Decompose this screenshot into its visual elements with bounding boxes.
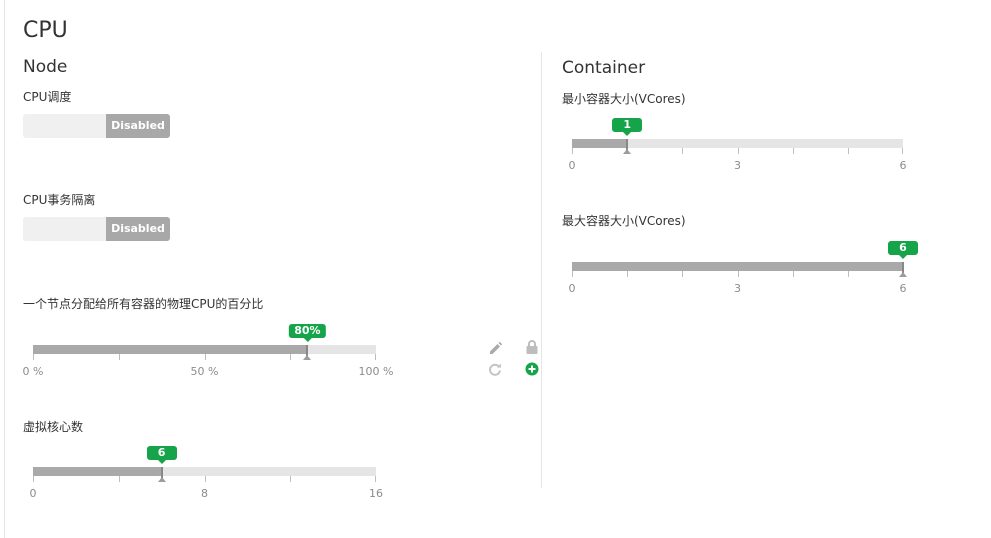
lock-icon[interactable] [524, 339, 540, 355]
slider-tick [737, 148, 739, 154]
slider-tick [375, 476, 376, 482]
refresh-icon[interactable] [487, 361, 503, 377]
cpu-isolation-label: CPU事务隔离 [23, 193, 96, 207]
vcores-slider[interactable]: 0 8 16 6 [30, 446, 383, 500]
max-container-slider[interactable]: 0 3 6 6 [569, 241, 918, 295]
slider-tick [572, 271, 573, 277]
min-container-label: 最小容器大小(VCores) [562, 92, 686, 106]
cpu-isolation-state: Disabled [106, 217, 170, 241]
page-title: CPU [23, 18, 68, 43]
slider-fill [33, 467, 162, 476]
slider-tick-label: 8 [201, 487, 208, 500]
slider-tick-label: 0 [29, 487, 37, 500]
cpu-percent-label: 一个节点分配给所有容器的物理CPU的百分比 [23, 297, 264, 311]
slider-tick [33, 354, 34, 360]
column-divider [541, 52, 542, 488]
slider-tick [375, 354, 376, 360]
slider-tick [737, 271, 739, 277]
container-heading: Container [562, 58, 646, 78]
cpu-isolation-toggle[interactable]: Disabled [23, 217, 170, 241]
plus-circle-icon[interactable] [524, 361, 540, 377]
slider-tick-label: 100 % [358, 365, 394, 378]
slider-caret [623, 149, 632, 154]
slider-fill [33, 345, 308, 354]
cpu-scheduling-state: Disabled [106, 114, 170, 138]
slider-fill [572, 262, 903, 271]
slider-tick-label: 3 [734, 282, 741, 295]
slider-tick-label: 0 [568, 159, 576, 172]
slider-tick [847, 148, 849, 154]
slider-tick-label: 6 [899, 159, 907, 172]
cpu-scheduling-toggle[interactable]: Disabled [23, 114, 170, 138]
slider-tick-label: 16 [369, 487, 383, 500]
slider-tick [204, 476, 206, 482]
slider-value-badge: 1 [612, 118, 643, 136]
slider-caret [157, 477, 166, 482]
slider-tick [290, 476, 292, 482]
max-container-label: 最大容器大小(VCores) [562, 214, 686, 228]
slider-tick [290, 354, 292, 360]
node-heading: Node [23, 57, 68, 77]
slider-tick [682, 148, 684, 154]
slider-tick [682, 271, 684, 277]
slider-tick [118, 476, 120, 482]
slider-tick [627, 271, 629, 277]
slider-value-badge: 6 [146, 446, 177, 464]
slider-caret [303, 355, 312, 360]
slider-tick [118, 354, 120, 360]
slider-tick [572, 148, 573, 154]
slider-tick [902, 148, 903, 154]
slider-caret [899, 272, 907, 277]
slider-tick [792, 271, 794, 277]
vcores-label: 虚拟核心数 [23, 420, 84, 434]
cpu-scheduling-label: CPU调度 [23, 90, 72, 104]
min-container-slider[interactable]: 0 3 6 1 [569, 118, 907, 172]
slider-tick-label: 3 [734, 159, 741, 172]
slider-tick [792, 148, 794, 154]
slider-tick-label: 50 % [190, 365, 219, 378]
slider-tick-label: 0 [568, 282, 576, 295]
slider-tick [847, 271, 849, 277]
slider-fill [572, 139, 628, 148]
cpu-percent-slider[interactable]: 0 % 50 % 100 % 80% [23, 324, 393, 378]
pencil-icon[interactable] [488, 340, 504, 356]
slider-tick [204, 354, 206, 360]
slider-tick-label: 0 % [22, 365, 44, 378]
slider-tick-label: 6 [899, 282, 907, 295]
slider-value-badge: 80% [289, 324, 326, 342]
slider-value-badge: 6 [888, 241, 918, 259]
slider-tick [33, 476, 34, 482]
